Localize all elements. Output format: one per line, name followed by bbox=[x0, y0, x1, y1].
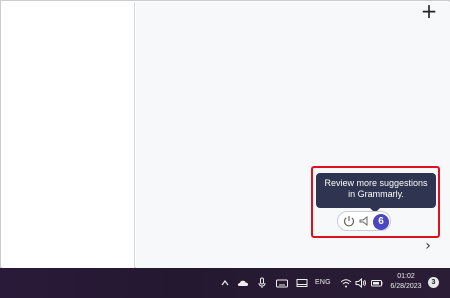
left-pane bbox=[2, 2, 135, 268]
mute-icon[interactable] bbox=[358, 215, 370, 227]
add-button[interactable]: + bbox=[420, 1, 438, 21]
taskbar: ENG 01:02 6/28/2023 3 bbox=[0, 268, 450, 298]
speaker-icon[interactable] bbox=[355, 277, 367, 289]
notification-badge[interactable]: 3 bbox=[428, 277, 439, 288]
clock-time: 01:02 bbox=[397, 273, 415, 280]
clock[interactable]: 01:02 6/28/2023 bbox=[388, 272, 424, 292]
keyboard-icon[interactable] bbox=[276, 277, 288, 289]
battery-icon[interactable] bbox=[371, 277, 383, 289]
chevron-up-icon[interactable] bbox=[219, 277, 231, 289]
tooltip-line-1: Review more suggestions bbox=[324, 178, 428, 188]
onedrive-cloud-icon[interactable] bbox=[237, 277, 249, 289]
microphone-icon[interactable] bbox=[256, 277, 268, 289]
grammarly-widget: 6 bbox=[337, 211, 391, 231]
wifi-icon[interactable] bbox=[340, 277, 352, 289]
power-icon[interactable] bbox=[342, 214, 356, 228]
language-indicator[interactable]: ENG bbox=[315, 278, 331, 288]
tooltip-line-2: in Grammarly. bbox=[348, 189, 404, 199]
clock-date: 6/28/2023 bbox=[390, 283, 422, 290]
tablet-icon[interactable] bbox=[296, 277, 308, 289]
chevron-right-icon[interactable]: › bbox=[421, 239, 435, 253]
grammarly-tooltip: Review more suggestions in Grammarly. bbox=[316, 173, 436, 208]
suggestion-count-badge[interactable]: 6 bbox=[373, 214, 389, 230]
